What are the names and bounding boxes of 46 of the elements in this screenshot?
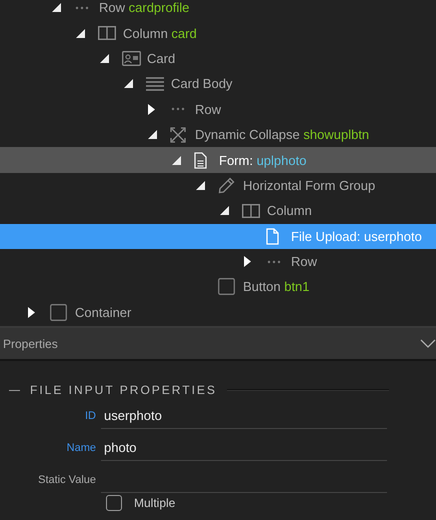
checkbox[interactable] [106, 495, 122, 512]
dots-icon [170, 107, 186, 112]
pencil-icon [218, 176, 235, 194]
columns-icon [242, 204, 260, 218]
expanded-triangle-icon[interactable] [76, 28, 85, 38]
field-label: ID [84, 410, 96, 422]
tree-item[interactable]: Button btn1 [0, 274, 436, 300]
expanded-triangle-icon[interactable] [172, 156, 181, 165]
expanded-triangle-icon[interactable] [52, 3, 61, 12]
tree-item[interactable]: Row cardprofile [0, 0, 436, 20]
collapsed-triangle-icon[interactable] [28, 306, 35, 318]
tree-item[interactable]: Container [0, 300, 436, 326]
field-label: Name [66, 442, 96, 454]
square-icon [218, 278, 235, 296]
expanded-triangle-icon[interactable] [148, 130, 157, 140]
file-icon [266, 228, 279, 245]
tree-item[interactable]: Row [0, 248, 436, 274]
document-icon [194, 152, 207, 169]
lines-icon [146, 76, 164, 91]
dots-icon [266, 260, 282, 264]
columns-icon [98, 26, 116, 40]
input-field[interactable]: photo [101, 434, 387, 462]
id-card-icon [122, 50, 141, 66]
tree-item[interactable]: Form: uplphoto [0, 147, 436, 173]
expanded-triangle-icon[interactable] [124, 79, 133, 88]
expand-arrows-icon [170, 126, 186, 143]
tree-item[interactable]: Column card [0, 20, 436, 46]
tree-item[interactable]: Column [0, 198, 436, 224]
collapsed-triangle-icon[interactable] [244, 256, 251, 268]
input-field[interactable]: userphoto [101, 402, 387, 430]
section-title: FILE INPUT PROPERTIES [30, 383, 217, 398]
dots-icon [74, 6, 90, 10]
field-label: Static Value [37, 474, 96, 486]
collapsed-triangle-icon[interactable] [148, 104, 155, 115]
tree-item[interactable]: Horizontal Form Group [0, 172, 436, 198]
checkbox-label: Multiple [134, 496, 176, 510]
expanded-triangle-icon[interactable] [100, 54, 109, 63]
tree-item[interactable]: Row [0, 96, 436, 122]
square-icon [50, 304, 67, 321]
expanded-triangle-icon[interactable] [220, 206, 229, 216]
properties-header[interactable]: Properties [0, 326, 436, 362]
expanded-triangle-icon[interactable] [196, 180, 205, 190]
tree-item[interactable]: Dynamic Collapse showuplbtn [0, 122, 436, 148]
tree-item[interactable]: Card Body [0, 71, 436, 97]
tree-item[interactable]: Card [0, 46, 436, 72]
chevron-down-icon[interactable] [420, 339, 436, 348]
